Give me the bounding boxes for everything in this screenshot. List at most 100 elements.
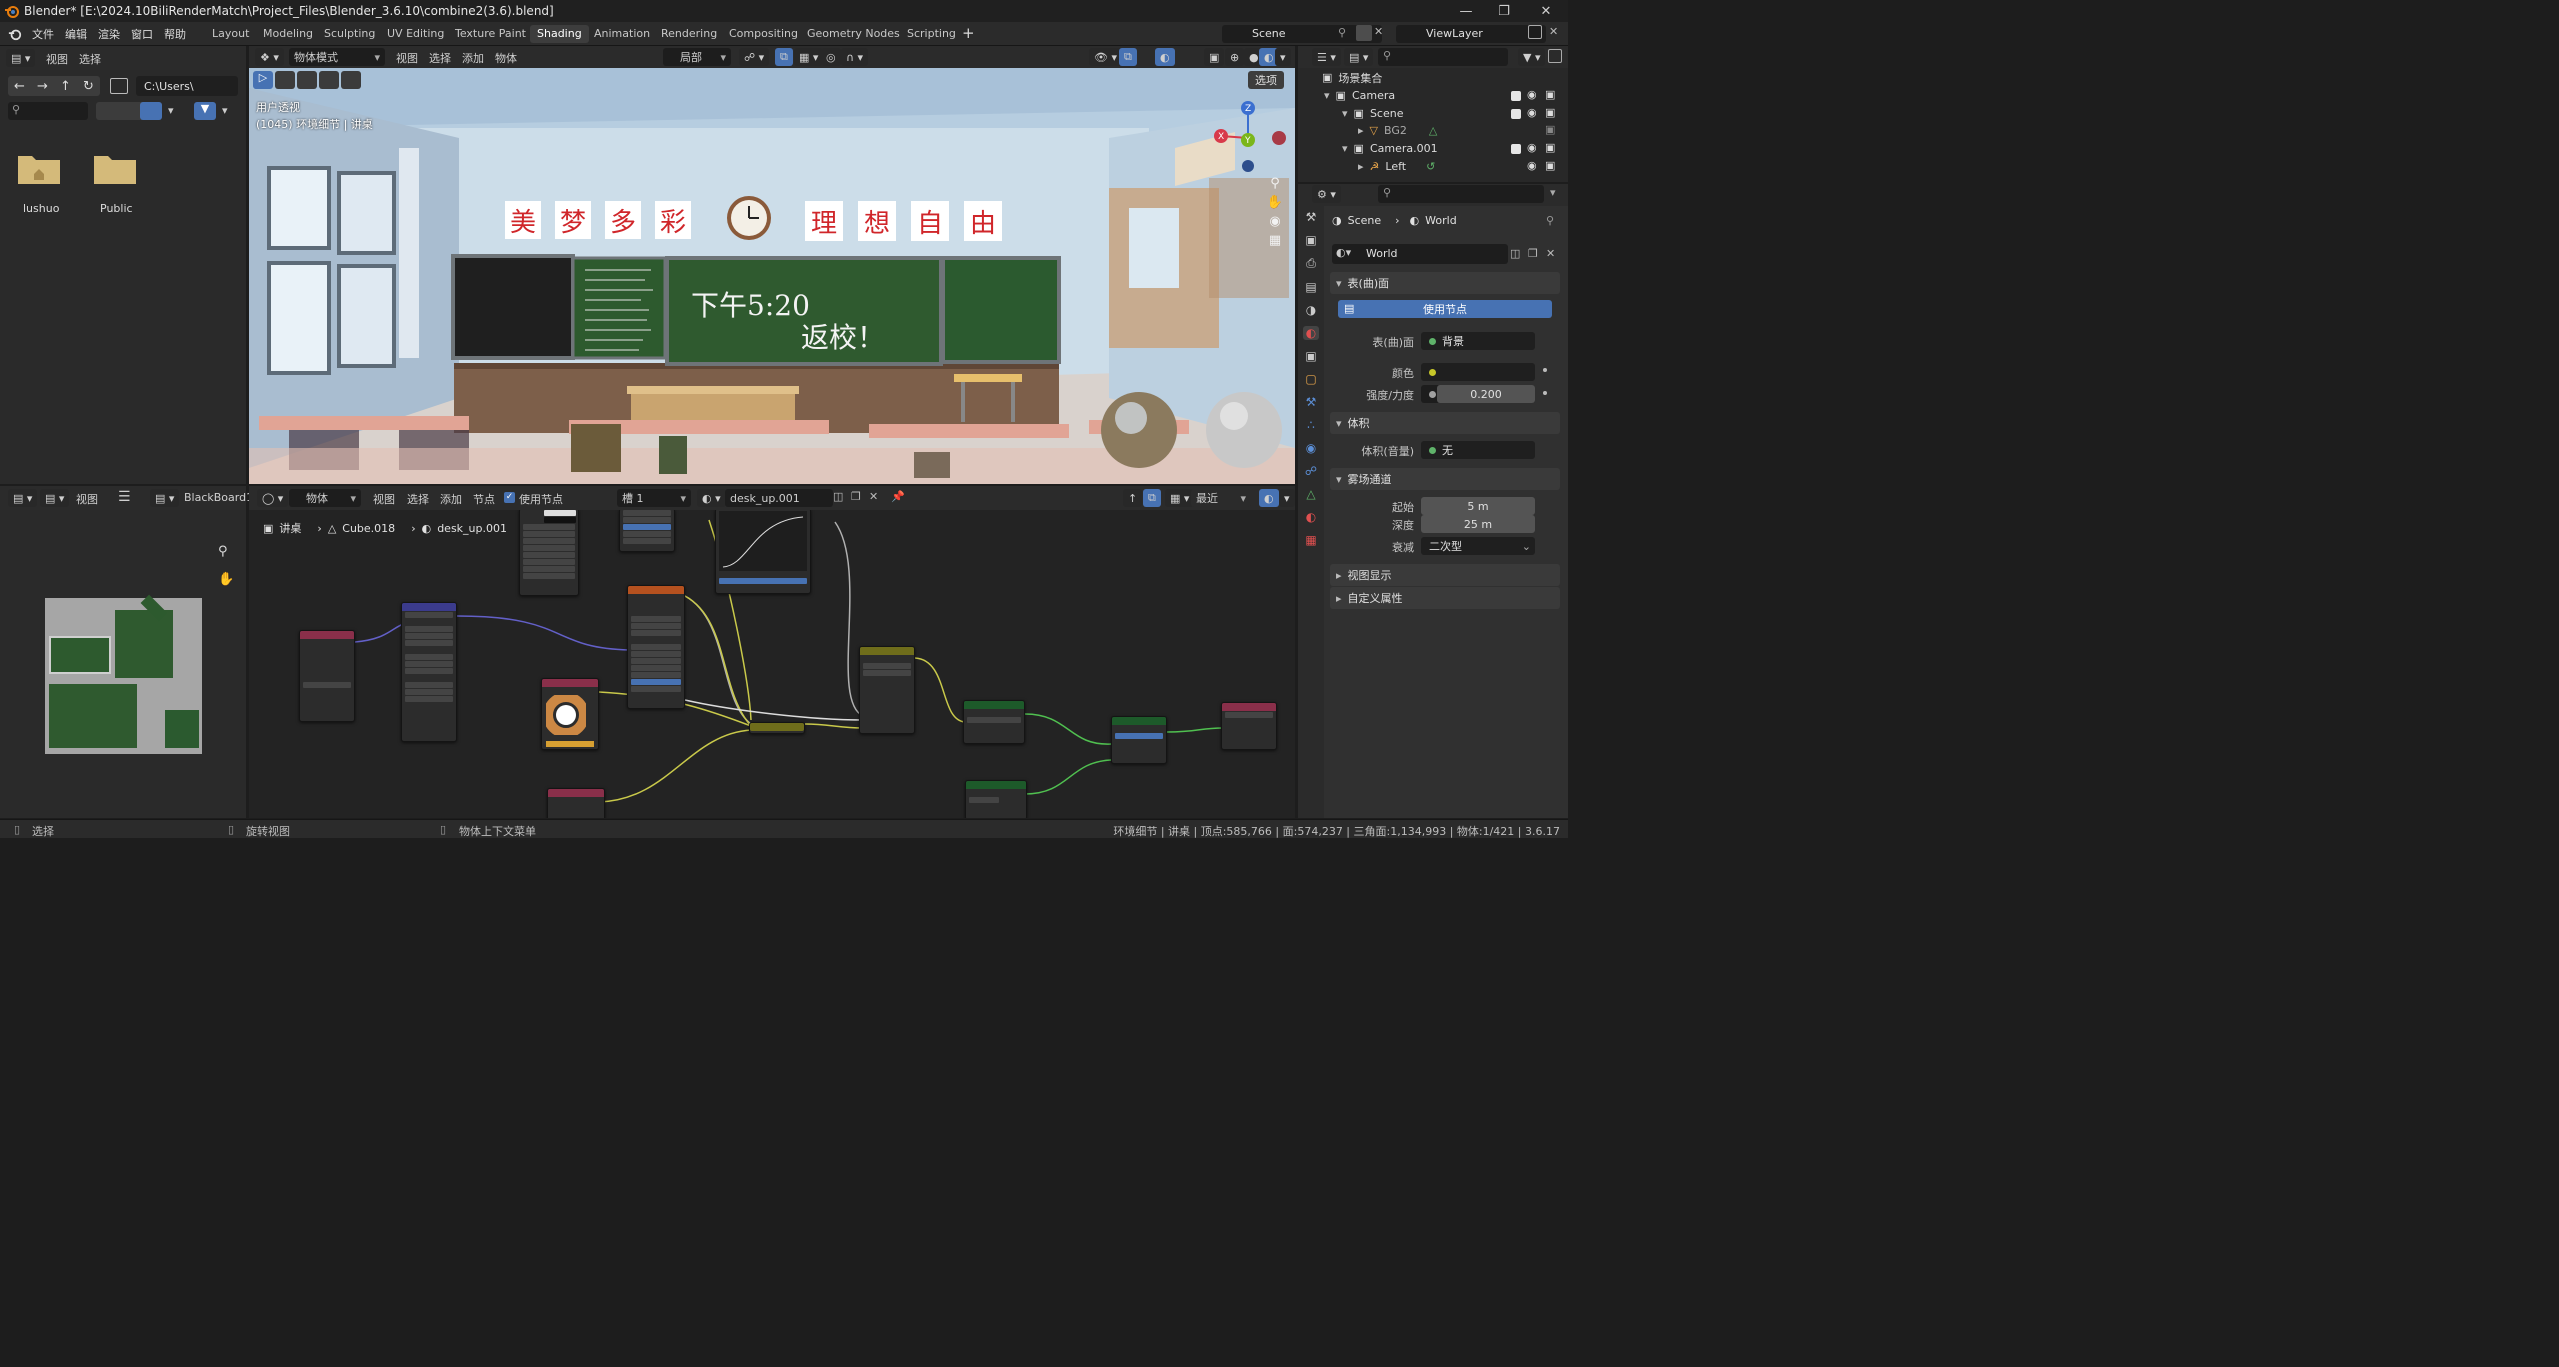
close-window-button[interactable]: ✕ xyxy=(1526,0,1566,22)
tab-compositing[interactable]: Compositing xyxy=(722,25,805,43)
parent-dir-icon[interactable]: ↑ xyxy=(60,79,71,94)
image-browse-icon[interactable]: ▤ ▾ xyxy=(150,489,180,507)
zoom-icon[interactable]: ⚲ xyxy=(1270,176,1280,191)
new-collection-icon[interactable] xyxy=(1548,49,1562,63)
remove-scene-icon[interactable]: ✕ xyxy=(1374,25,1383,38)
fb-search-input[interactable]: ⚲ xyxy=(8,102,88,120)
menu-file[interactable]: 文件 xyxy=(32,26,54,42)
snap-node-icon[interactable]: ⧉ xyxy=(1143,489,1161,507)
outliner-row[interactable]: ▸ ▽ BG2 △ xyxy=(1300,122,1560,139)
new-viewlayer-icon[interactable] xyxy=(1528,25,1542,39)
snap-target-icon[interactable]: ▦ ▾ xyxy=(794,48,824,66)
maximize-button[interactable]: ❐ xyxy=(1484,0,1524,22)
chevron-down-icon[interactable]: ▾ xyxy=(1342,142,1348,155)
object-tab-icon[interactable]: ▢ xyxy=(1305,372,1316,386)
outliner-row[interactable]: ▾ ▣ Camera.001 xyxy=(1300,140,1560,157)
select-extend-icon[interactable] xyxy=(297,71,317,89)
viewlayer-selector[interactable]: ViewLayer xyxy=(1396,25,1546,43)
fb-menu-select[interactable]: 选择 xyxy=(79,51,101,67)
surface-shader-field[interactable]: 背景 xyxy=(1421,332,1535,350)
outliner-row[interactable]: ▸ ☭ Left ↺ xyxy=(1300,158,1560,175)
outliner-search-input[interactable]: ⚲ xyxy=(1378,48,1508,66)
world-tab-icon[interactable]: ◐ xyxy=(1302,326,1320,340)
falloff-icon[interactable]: ∩ ▾ xyxy=(841,48,869,66)
node-rgb[interactable] xyxy=(541,678,599,750)
recent-dropdown[interactable]: 最近 ▾ xyxy=(1191,489,1251,507)
sort-dropdown-icon[interactable]: ▾ xyxy=(168,104,174,117)
editor-type-icon[interactable]: ▤ ▾ xyxy=(6,49,36,67)
xray-icon[interactable]: ▣ xyxy=(1204,48,1225,66)
select-new-icon[interactable] xyxy=(275,71,295,89)
camera-render-icon[interactable]: ▣ xyxy=(1545,88,1555,101)
grid-view-icon[interactable]: ▦ xyxy=(1269,233,1281,248)
vp-menu-add[interactable]: 添加 xyxy=(462,50,484,66)
node-editor-type-icon[interactable]: ◯ ▾ xyxy=(257,489,289,507)
node-rgb-2[interactable] xyxy=(547,788,605,818)
chevron-down-icon[interactable]: ▾ xyxy=(1342,107,1348,120)
pin-icon[interactable]: ⚲ xyxy=(1546,214,1554,227)
node-mix[interactable] xyxy=(859,646,915,734)
eye-icon[interactable]: ◉ xyxy=(1527,88,1537,101)
fake-user-icon[interactable]: ◫ xyxy=(1510,247,1520,260)
world-browse-icon[interactable]: ◐▾ xyxy=(1336,246,1351,259)
eye-icon[interactable]: ◉ xyxy=(1527,106,1537,119)
use-nodes-checkbox[interactable]: ✓ xyxy=(504,492,515,503)
exclude-checkbox[interactable] xyxy=(1511,91,1521,101)
camera-render-icon[interactable]: ▣ xyxy=(1545,123,1555,136)
pivot-point-icon[interactable]: ☍ ▾ xyxy=(739,48,770,66)
node-mix-small[interactable] xyxy=(749,722,805,734)
custom-props-section[interactable]: ▸ 自定义属性 xyxy=(1330,587,1560,609)
fb-display-mode[interactable] xyxy=(96,102,162,120)
chevron-right-icon[interactable]: ▸ xyxy=(1358,124,1364,137)
node-texture-coordinate[interactable] xyxy=(299,630,355,722)
snap-icon[interactable]: ⧉ xyxy=(775,48,793,66)
pin-icon[interactable]: ⚲ xyxy=(1338,26,1346,39)
properties-search-input[interactable]: ⚲ xyxy=(1378,185,1544,203)
chevron-down-icon[interactable]: ▾ xyxy=(1324,89,1330,102)
camera-render-icon[interactable]: ▣ xyxy=(1545,159,1555,172)
navigation-gizmo[interactable]: Z X Y xyxy=(1211,98,1289,172)
vp-menu-view[interactable]: 视图 xyxy=(396,50,418,66)
viewport-editor-type-icon[interactable]: ❖ ▾ xyxy=(255,48,284,66)
overlay-icon[interactable]: ◐ xyxy=(1155,48,1175,66)
transform-orientation-dropdown[interactable]: 局部 ▾ xyxy=(663,48,731,66)
world-selector[interactable]: ◐▾ World xyxy=(1332,244,1508,264)
material-tab-icon[interactable]: ◐ xyxy=(1306,510,1316,524)
select-box-icon[interactable]: ▷ xyxy=(253,71,273,89)
options-dropdown[interactable]: 选项 xyxy=(1248,71,1284,89)
tab-sculpting[interactable]: Sculpting xyxy=(317,25,382,43)
folder-lushuo[interactable] xyxy=(16,150,62,186)
node-brick-texture[interactable] xyxy=(627,585,685,709)
ne-menu-select[interactable]: 选择 xyxy=(407,491,429,507)
back-icon[interactable]: ← xyxy=(14,79,25,94)
texture-tab-icon[interactable]: ▦ xyxy=(1305,533,1316,547)
material-name-field[interactable]: desk_up.001 xyxy=(725,489,833,507)
mist-section-header[interactable]: ▾ 雾场通道 xyxy=(1330,468,1560,490)
minimize-button[interactable]: — xyxy=(1446,0,1486,22)
physics-tab-icon[interactable]: ◉ xyxy=(1306,441,1316,455)
image-mode-icon[interactable]: ▤ ▾ xyxy=(40,489,70,507)
node-mix-shader[interactable] xyxy=(1111,716,1167,764)
zoom-icon[interactable]: ⚲ xyxy=(218,544,228,559)
collection-tab-icon[interactable]: ▣ xyxy=(1305,349,1316,363)
use-nodes-button[interactable]: ▤ 使用节点 xyxy=(1338,300,1552,318)
material-browse-icon[interactable]: ◐ ▾ xyxy=(697,489,726,507)
keyframe-dot-icon[interactable] xyxy=(1543,368,1547,372)
render-tab-icon[interactable]: ▣ xyxy=(1305,233,1316,247)
filter-dropdown-icon[interactable]: ▾ xyxy=(222,104,228,117)
select-intersect-icon[interactable] xyxy=(341,71,361,89)
tab-geometry-nodes[interactable]: Geometry Nodes xyxy=(800,25,907,43)
node-noise-texture[interactable] xyxy=(519,510,579,596)
node-object-dropdown[interactable]: 物体 ▾ xyxy=(289,489,361,507)
image-menu-view[interactable]: 视图 xyxy=(76,491,98,507)
chevron-down-icon[interactable]: ▾ xyxy=(1550,186,1556,199)
duplicate-icon[interactable]: ❐ xyxy=(851,490,861,503)
ne-menu-add[interactable]: 添加 xyxy=(440,491,462,507)
unlink-icon[interactable]: ✕ xyxy=(869,490,878,503)
shading-options-icon[interactable]: ▾ xyxy=(1275,48,1291,66)
node-math[interactable] xyxy=(619,510,675,552)
slot-dropdown[interactable]: 槽 1 ▾ xyxy=(617,489,691,507)
eye-icon[interactable]: ◉ xyxy=(1527,141,1537,154)
tab-rendering[interactable]: Rendering xyxy=(654,25,724,43)
outliner-row-root[interactable]: ▣ 场景集合 xyxy=(1300,69,1560,86)
